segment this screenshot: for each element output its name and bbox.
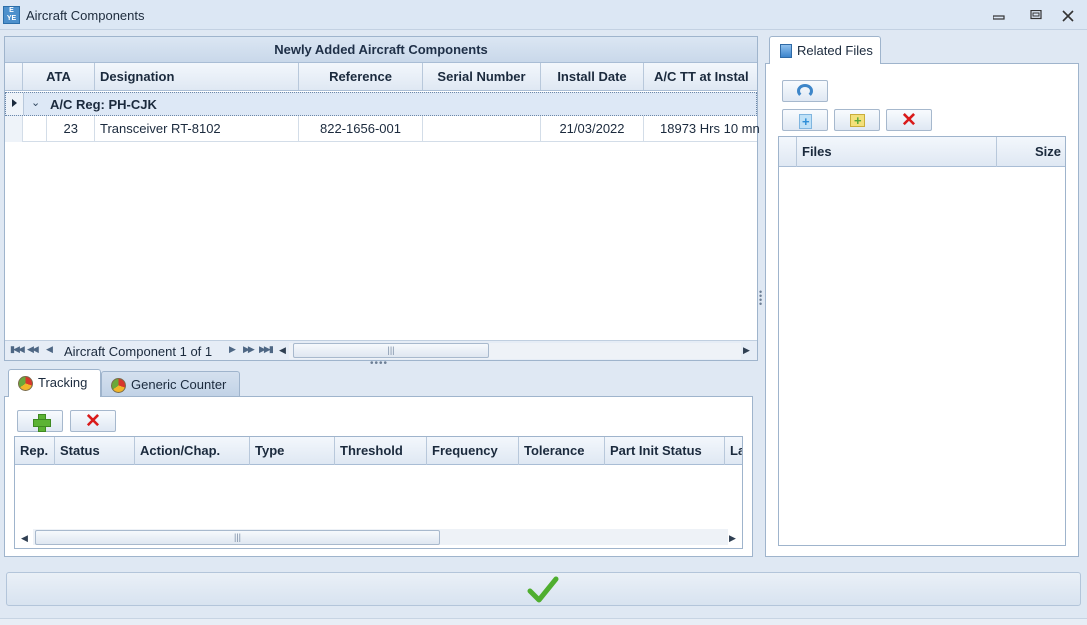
row-pointer-icon (12, 99, 17, 107)
tracking-tab-page: ✕ Rep. Status Action/Chap. Type Threshol… (4, 396, 753, 557)
scrollbar-thumb[interactable]: ||| (293, 343, 489, 358)
delete-icon: ✕ (85, 411, 101, 432)
tab-related-files[interactable]: Related Files (769, 36, 881, 64)
cell-ac-tt[interactable]: 18973 Hrs 10 mn (644, 116, 759, 142)
previous-record-button[interactable]: ◀ (46, 344, 53, 355)
next-record-button[interactable]: ▶ (229, 344, 236, 355)
delete-icon: ✕ (901, 110, 917, 131)
record-navigator: ▮◀◀ ◀◀ ◀ Aircraft Component 1 of 1 ▶ ▶▶ … (5, 340, 757, 360)
column-header-part-init-status[interactable]: Part Init Status (605, 437, 725, 465)
horizontal-scrollbar[interactable]: ||| (289, 343, 741, 359)
column-header-frequency[interactable]: Frequency (427, 437, 519, 465)
tab-generic-counter-label: Generic Counter (131, 377, 227, 392)
group-label: A/C Reg: PH-CJK (50, 97, 157, 112)
column-header-install-date[interactable]: Install Date (541, 63, 644, 90)
column-header-serial-number[interactable]: Serial Number (423, 63, 541, 90)
column-header-ata[interactable]: ATA (23, 63, 95, 90)
refresh-files-button[interactable] (782, 80, 828, 102)
files-grid-header: Files Size (779, 137, 1065, 167)
add-folder-icon (850, 113, 865, 128)
tracking-grid-header: Rep. Status Action/Chap. Type Threshold … (15, 437, 742, 465)
cell-reference[interactable]: 822-1656-001 (299, 116, 423, 142)
close-icon (1062, 10, 1074, 22)
tracking-scrollbar-thumb[interactable]: ||| (35, 530, 440, 545)
refresh-icon (797, 84, 813, 98)
column-header-rep[interactable]: Rep. (15, 437, 55, 465)
previous-page-button[interactable]: ◀◀ (27, 344, 39, 355)
scroll-right-arrow[interactable]: ▶ (743, 345, 750, 356)
row-indicator (5, 116, 23, 142)
components-grid: Newly Added Aircraft Components ATA Desi… (4, 36, 759, 361)
navigator-label: Aircraft Component 1 of 1 (64, 344, 213, 359)
group-row[interactable]: ⌄ A/C Reg: PH-CJK (5, 92, 757, 116)
tracking-pie-icon (18, 376, 33, 391)
maximize-icon (1030, 10, 1042, 20)
first-record-button[interactable]: ▮◀◀ (10, 344, 25, 355)
cell-serial-number[interactable] (423, 116, 541, 142)
grid-header: ATA Designation Reference Serial Number … (5, 63, 757, 91)
tracking-grid: Rep. Status Action/Chap. Type Threshold … (14, 436, 743, 549)
next-page-button[interactable]: ▶▶ (243, 344, 255, 355)
column-header-tolerance[interactable]: Tolerance (519, 437, 605, 465)
grid-caption: Newly Added Aircraft Components (5, 37, 757, 63)
minimize-button[interactable] (986, 5, 1012, 25)
column-header-size[interactable]: Size (997, 137, 1065, 167)
confirm-button[interactable] (6, 572, 1081, 606)
related-files-panel: ✕ Files Size (765, 63, 1079, 557)
column-header-designation[interactable]: Designation (95, 63, 299, 90)
cell-install-date[interactable]: 21/03/2022 (541, 116, 644, 142)
cell-ata[interactable]: 23 (47, 116, 95, 142)
file-icon (780, 44, 792, 58)
delete-tracking-button[interactable]: ✕ (70, 410, 116, 432)
files-indicator-header (779, 137, 797, 167)
column-header-files[interactable]: Files (797, 137, 997, 167)
add-file-button[interactable] (782, 109, 828, 131)
column-header-reference[interactable]: Reference (299, 63, 423, 90)
app-logo-icon: E YE (3, 6, 20, 24)
add-file-icon (799, 114, 812, 129)
group-indent (23, 116, 47, 142)
scroll-left-arrow[interactable]: ◀ (279, 345, 286, 356)
horizontal-splitter[interactable]: •••• (370, 359, 388, 369)
delete-file-button[interactable]: ✕ (886, 109, 932, 131)
maximize-button[interactable] (1023, 5, 1049, 25)
column-header-action-chap[interactable]: Action/Chap. (135, 437, 250, 465)
window-bottom-edge (0, 618, 1087, 625)
tracking-scroll-left-arrow[interactable]: ◀ (21, 533, 28, 544)
cell-designation[interactable]: Transceiver RT-8102 (95, 116, 299, 142)
close-window-button[interactable] (1055, 5, 1081, 25)
tab-tracking-label: Tracking (38, 375, 88, 390)
current-row-indicator (6, 93, 24, 115)
generic-counter-pie-icon (111, 378, 126, 393)
chevron-down-icon[interactable]: ⌄ (31, 96, 40, 109)
minimize-icon (993, 15, 1005, 20)
window-title: Aircraft Components (26, 8, 145, 23)
title-bar: E YE Aircraft Components (0, 0, 1087, 30)
tab-generic-counter[interactable]: Generic Counter (101, 371, 240, 397)
column-header-threshold[interactable]: Threshold (335, 437, 427, 465)
vertical-splitter[interactable]: • • • • (759, 288, 764, 309)
checkmark-icon (527, 576, 559, 603)
add-folder-button[interactable] (834, 109, 880, 131)
table-row[interactable]: 23 Transceiver RT-8102 822-1656-001 21/0… (5, 116, 759, 142)
last-record-button[interactable]: ▶▶▮ (259, 344, 274, 355)
add-tracking-button[interactable] (17, 410, 63, 432)
column-header-ac-tt[interactable]: A/C TT at Instal (644, 63, 757, 90)
row-indicator-header (5, 63, 23, 90)
column-header-truncated[interactable]: La (725, 437, 742, 465)
plus-icon (33, 414, 51, 432)
tab-related-files-label: Related Files (797, 43, 873, 58)
files-grid: Files Size (778, 136, 1066, 546)
tracking-horizontal-scrollbar[interactable]: ||| (33, 529, 728, 545)
column-header-status[interactable]: Status (55, 437, 135, 465)
tracking-scroll-right-arrow[interactable]: ▶ (729, 533, 736, 544)
column-header-type[interactable]: Type (250, 437, 335, 465)
tab-tracking[interactable]: Tracking (8, 369, 101, 397)
